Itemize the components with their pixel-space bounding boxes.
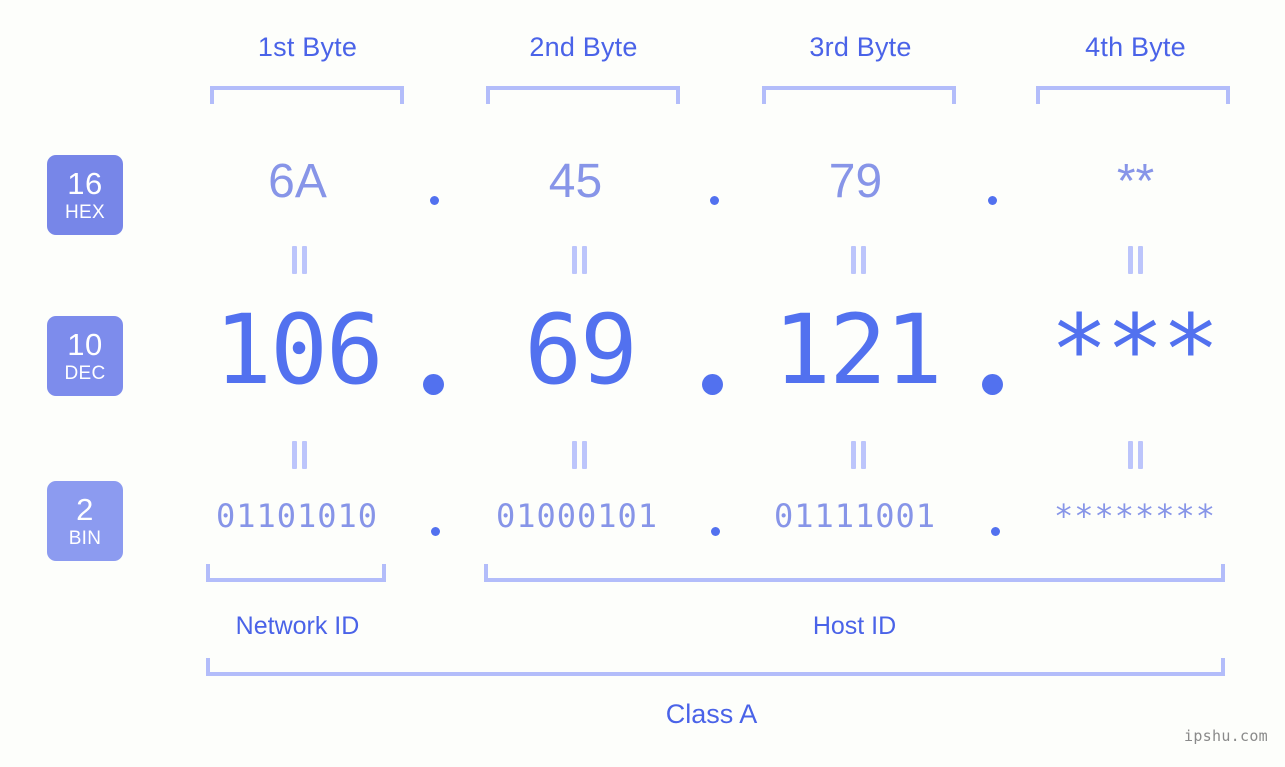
ip-class-label: Class A — [665, 699, 758, 729]
base-badge-bin-number: 2 — [76, 492, 94, 527]
equals-mark-hex-dec-2 — [572, 246, 588, 274]
bin-value-byte-3: 01111001 — [773, 497, 937, 535]
equals-mark-hex-dec-1 — [292, 246, 308, 274]
dec-value-byte-4: *** — [1050, 294, 1219, 406]
byte-header-4: 4th Byte — [1085, 32, 1186, 62]
hex-value-byte-4: ** — [1116, 155, 1155, 208]
equals-mark-dec-bin-1 — [292, 441, 308, 469]
equals-mark-dec-bin-3 — [851, 441, 867, 469]
bin-separator-dot-2 — [711, 527, 720, 536]
byte-header-1: 1st Byte — [257, 32, 358, 62]
host-id-label: Host ID — [812, 612, 897, 640]
hex-value-byte-3: 79 — [828, 155, 883, 208]
dec-separator-dot-1 — [423, 374, 444, 395]
dec-separator-dot-3 — [982, 374, 1003, 395]
network-id-bracket — [206, 564, 386, 582]
dec-separator-dot-2 — [702, 374, 723, 395]
byte-bracket-4 — [1036, 86, 1230, 104]
hex-separator-dot-2 — [710, 196, 719, 205]
base-badge-bin: 2 BIN — [47, 481, 123, 561]
byte-header-2: 2nd Byte — [529, 32, 638, 62]
hex-separator-dot-3 — [988, 196, 997, 205]
dec-value-byte-2: 69 — [524, 294, 638, 406]
bin-value-byte-1: 01101010 — [215, 497, 379, 535]
bin-separator-dot-1 — [431, 527, 440, 536]
equals-mark-dec-bin-4 — [1128, 441, 1144, 469]
ip-breakdown-diagram: 1st Byte 2nd Byte 3rd Byte 4th Byte 16 H… — [0, 0, 1285, 767]
byte-bracket-2 — [486, 86, 680, 104]
bin-separator-dot-3 — [991, 527, 1000, 536]
bin-value-byte-4: ******** — [1053, 497, 1217, 535]
hex-value-byte-2: 45 — [548, 155, 603, 208]
dec-value-byte-3: 121 — [773, 294, 942, 406]
hex-value-byte-1: 6A — [268, 155, 327, 208]
base-badge-hex-name: HEX — [65, 202, 105, 223]
equals-mark-hex-dec-3 — [851, 246, 867, 274]
equals-mark-dec-bin-2 — [572, 441, 588, 469]
base-badge-dec: 10 DEC — [47, 316, 123, 396]
byte-bracket-3 — [762, 86, 956, 104]
base-badge-hex: 16 HEX — [47, 155, 123, 235]
ip-class-bracket — [206, 658, 1225, 676]
site-watermark: ipshu.com — [1184, 727, 1268, 745]
base-badge-dec-number: 10 — [67, 327, 103, 362]
byte-bracket-1 — [210, 86, 404, 104]
dec-value-byte-1: 106 — [214, 294, 383, 406]
base-badge-hex-number: 16 — [67, 166, 103, 201]
equals-mark-hex-dec-4 — [1128, 246, 1144, 274]
base-badge-bin-name: BIN — [68, 528, 102, 549]
bin-value-byte-2: 01000101 — [495, 497, 659, 535]
host-id-bracket — [484, 564, 1225, 582]
base-badge-dec-name: DEC — [64, 363, 106, 384]
network-id-label: Network ID — [235, 612, 360, 640]
hex-separator-dot-1 — [430, 196, 439, 205]
byte-header-3: 3rd Byte — [809, 32, 912, 62]
